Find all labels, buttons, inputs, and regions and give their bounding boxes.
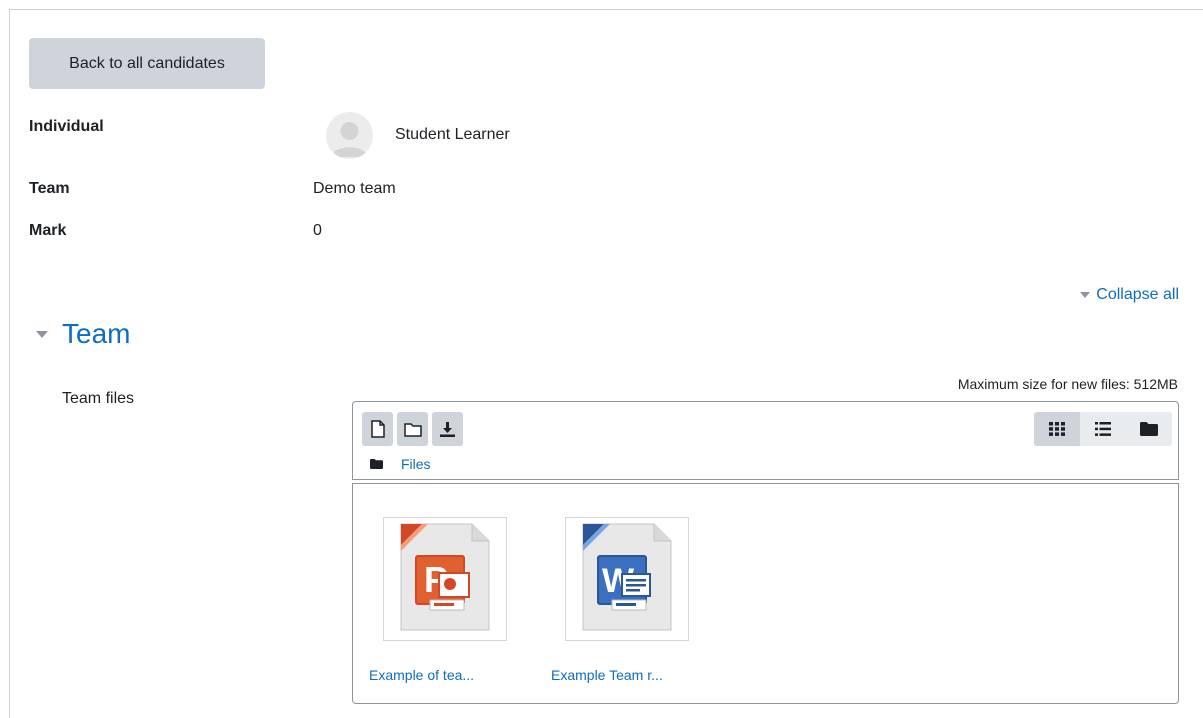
download-icon [440,421,455,437]
individual-label: Individual [29,118,104,135]
file-name-link[interactable]: Example of tea... [369,667,474,683]
user-avatar-icon [331,122,368,157]
collapse-all-label: Collapse all [1096,286,1179,303]
mark-label: Mark [29,222,67,239]
add-file-button[interactable] [362,412,393,446]
view-tree-button[interactable] [1126,412,1172,446]
folder-outline-icon [403,422,422,437]
team-value: Demo team [313,180,396,197]
collapse-all-link[interactable]: Collapse all [1080,286,1179,304]
word-file-icon: W [582,523,672,631]
view-icons-button[interactable] [1034,412,1080,446]
download-all-button[interactable] [432,412,463,446]
view-list-button[interactable] [1080,412,1126,446]
powerpoint-file-icon: P [400,523,490,631]
team-section-toggle[interactable]: Team [36,318,130,350]
file-icon [370,420,385,438]
list-view-icon [1095,422,1111,436]
breadcrumb: Files [370,456,431,472]
file-manager-toolbar: Files [352,401,1179,480]
file-manager: Files P Example of tea... W Example Team… [352,401,1179,704]
create-folder-button[interactable] [397,412,428,446]
caret-down-icon [36,330,48,338]
file-tile-powerpoint[interactable]: P [383,517,507,641]
avatar[interactable] [326,112,373,159]
team-section-title: Team [62,318,131,349]
caret-down-icon [1080,292,1091,298]
file-list-area: P Example of tea... W Example Team r... [352,483,1179,704]
grid-view-icon [1049,422,1065,436]
back-to-all-candidates-button[interactable]: Back to all candidates [29,38,265,89]
folder-icon [1140,422,1158,436]
team-files-label: Team files [62,390,135,407]
mark-value: 0 [313,222,322,239]
team-label: Team [29,180,70,197]
file-tile-word[interactable]: W [565,517,689,641]
folder-icon [370,459,383,469]
breadcrumb-files-link[interactable]: Files [401,456,431,472]
file-name-link[interactable]: Example Team r... [551,667,663,683]
max-file-size: Maximum size for new files: 512MB [957,376,1178,392]
individual-value[interactable]: Student Learner [395,126,510,144]
